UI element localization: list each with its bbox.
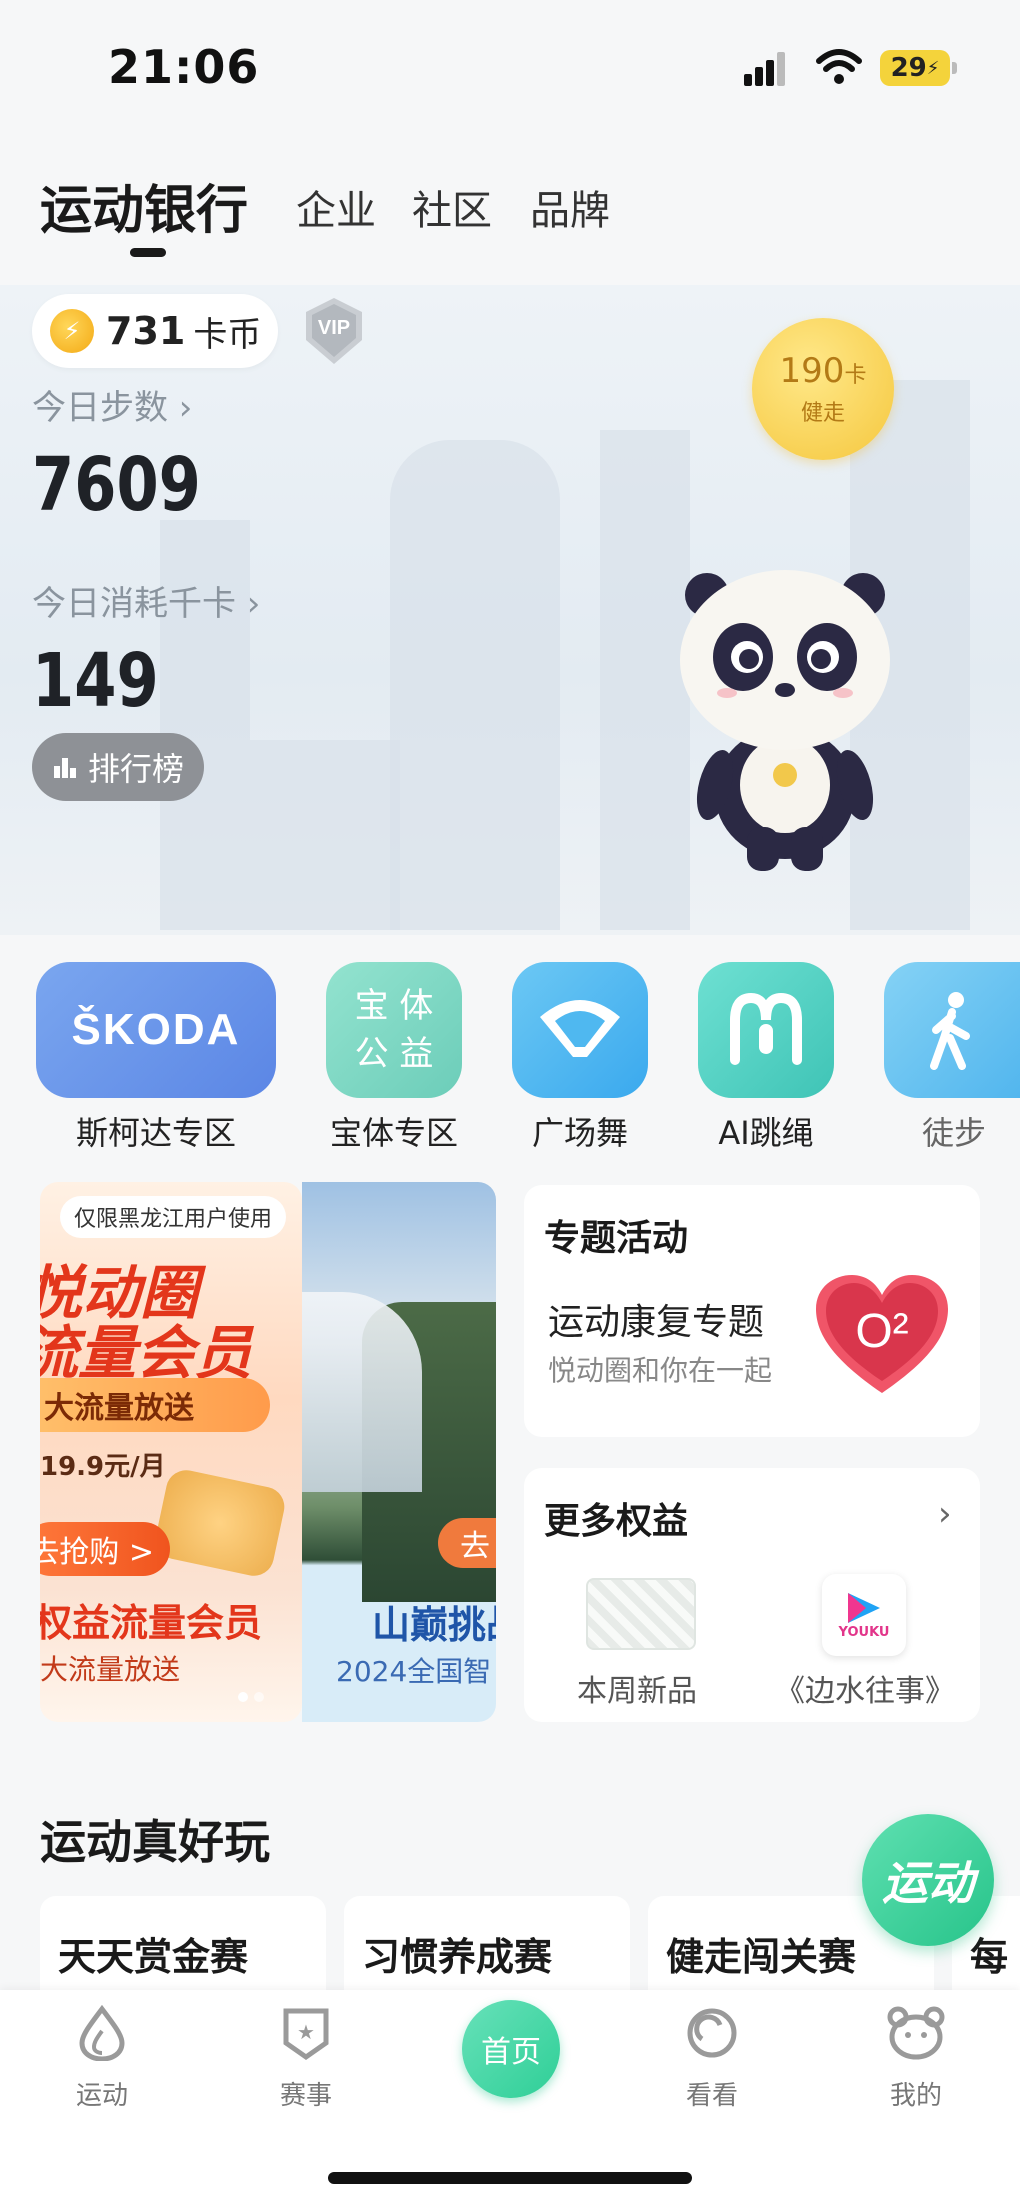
mountain-image	[302, 1292, 422, 1492]
activity-name: 运动康复专题	[548, 1302, 765, 1343]
tab-sports-bank[interactable]: 运动银行	[40, 168, 248, 243]
ai-jump-rope-icon[interactable]	[698, 962, 834, 1098]
panda-mascot-image[interactable]	[665, 565, 905, 875]
tab-community[interactable]: 社区	[412, 178, 492, 236]
youku-app-icon[interactable]: YOUKU	[822, 1574, 906, 1656]
shield-star-icon: ★	[283, 2008, 329, 2061]
coin-icon: ⚡	[50, 309, 94, 353]
region-tag: 仅限黑龙江用户使用	[60, 1196, 287, 1238]
benefit-item-label[interactable]: 本周新品	[554, 1666, 720, 1710]
nav-watch[interactable]: 看看	[652, 2005, 772, 2112]
more-benefits-card[interactable]: 更多权益 › 本周新品 YOUKU 《边水往事》	[524, 1468, 980, 1722]
battery-indicator: 29 ⚡	[880, 50, 957, 86]
coin-stack-image	[151, 1466, 289, 1580]
svg-text:O²: O²	[855, 1305, 908, 1358]
skoda-zone-icon[interactable]: ŠKODA	[36, 962, 276, 1098]
bear-face-icon	[887, 2006, 945, 2060]
status-time: 21:06	[108, 40, 260, 94]
leaderboard-button[interactable]: 排行榜	[32, 733, 204, 801]
shortcut-label-square-dance[interactable]: 广场舞	[500, 1108, 660, 1154]
swirl-icon	[687, 2008, 737, 2058]
building-shape	[390, 440, 560, 930]
shortcut-label-baoti[interactable]: 宝体专区	[316, 1108, 472, 1154]
square-dance-fan-icon[interactable]	[512, 962, 648, 1098]
carousel-dot	[254, 1692, 264, 1702]
nav-events[interactable]: ★ 赛事	[246, 2005, 366, 2112]
vip-badge-icon[interactable]: VIP	[302, 296, 366, 366]
tab-brand[interactable]: 品牌	[530, 178, 610, 236]
baoti-charity-icon[interactable]: 宝 体 公 益	[326, 962, 462, 1098]
svg-text:★: ★	[297, 2020, 315, 2044]
activity-desc: 悦动圈和你在一起	[548, 1354, 773, 1387]
shortcut-label-ai-jump-rope[interactable]: AI跳绳	[686, 1108, 846, 1154]
drop-icon	[79, 2004, 125, 2062]
card-title: 专题活动	[544, 1218, 689, 1259]
steps-label-link[interactable]: 今日步数 ›	[32, 380, 192, 429]
shortcut-label-skoda[interactable]: 斯柯达专区	[36, 1108, 276, 1154]
calories-value: 149	[32, 638, 159, 724]
calories-label-link[interactable]: 今日消耗千卡 ›	[32, 576, 260, 625]
hiking-icon[interactable]	[884, 962, 1020, 1098]
wifi-icon	[816, 49, 862, 84]
chevron-right-icon[interactable]: ›	[938, 1494, 952, 1534]
heart-oxygen-icon: O²	[816, 1275, 948, 1393]
tab-enterprise[interactable]: 企业	[296, 178, 376, 236]
steps-value: 7609	[32, 442, 201, 528]
cellular-signal-icon	[744, 52, 785, 86]
promo-banner-mountain-challenge[interactable]: 去 山巅挑战 2024全国智	[302, 1182, 496, 1722]
special-activity-card[interactable]: 专题活动 运动康复专题 悦动圈和你在一起 O²	[524, 1185, 980, 1437]
building-shape	[250, 740, 400, 930]
nav-home-button[interactable]: 首页	[462, 2000, 560, 2098]
coin-balance[interactable]: ⚡ 731 卡币	[32, 294, 278, 368]
grab-now-button[interactable]: 去抢购 >	[40, 1522, 170, 1576]
bar-chart-icon	[53, 758, 76, 778]
shortcut-label-hiking[interactable]: 徒步	[904, 1108, 1020, 1154]
section-title: 运动真好玩	[40, 1815, 270, 1869]
new-product-image[interactable]	[586, 1578, 696, 1650]
promo-banner-traffic-member[interactable]: 仅限黑龙江用户使用 悦动圈 流量会员 大流量放送 19.9元/月 去抢购 > 权…	[40, 1182, 302, 1722]
sport-floating-button[interactable]: 运动	[862, 1814, 994, 1946]
nav-mine[interactable]: 我的	[856, 2005, 976, 2112]
go-button[interactable]: 去	[438, 1518, 496, 1568]
home-indicator	[328, 2172, 692, 2184]
walk-calorie-bubble[interactable]: 190卡 健走	[752, 318, 894, 460]
benefit-item-label[interactable]: 《边水往事》	[760, 1666, 970, 1710]
nav-sport[interactable]: 运动	[42, 2004, 162, 2112]
card-title: 更多权益	[544, 1501, 689, 1542]
carousel-dot	[238, 1692, 248, 1702]
svg-text:VIP: VIP	[318, 317, 350, 339]
tab-active-indicator	[130, 248, 166, 257]
